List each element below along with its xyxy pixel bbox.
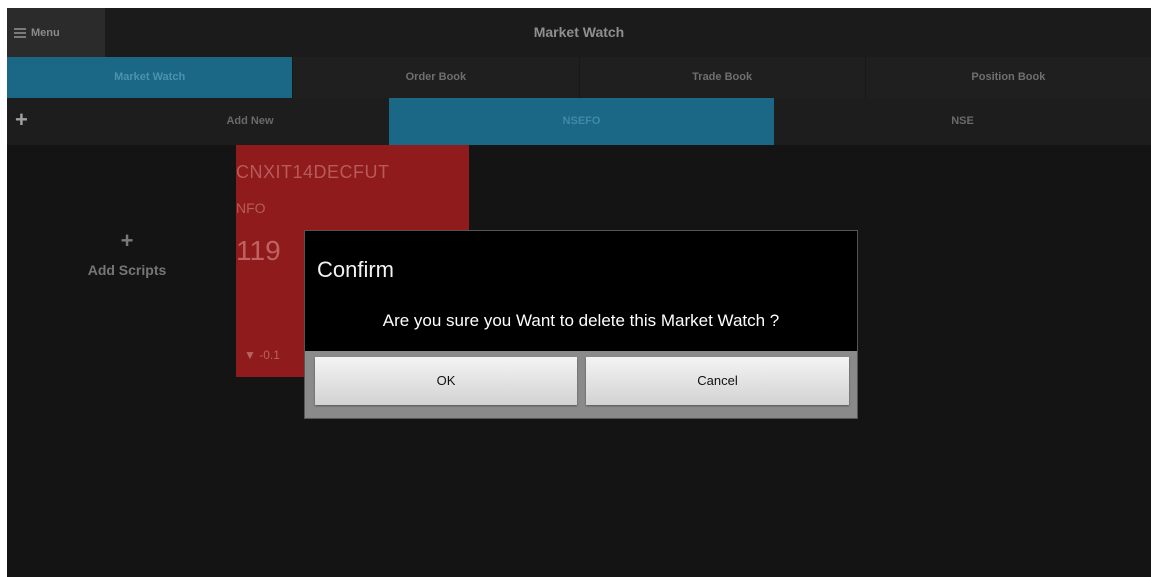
watchlist-tab-nsefo[interactable]: NSEFO bbox=[389, 98, 774, 145]
tab-order-book[interactable]: Order Book bbox=[293, 57, 580, 98]
add-new-button[interactable]: Add New bbox=[105, 98, 395, 145]
main-tabs: Market Watch Order Book Trade Book Posit… bbox=[7, 57, 1151, 98]
dialog-title: Confirm bbox=[317, 257, 395, 282]
card-change: ▼ -0.1 bbox=[244, 348, 280, 362]
dialog-button-bar: OK Cancel bbox=[305, 351, 857, 418]
card-exchange: NFO bbox=[236, 200, 266, 216]
menu-label: Menu bbox=[31, 26, 60, 39]
dialog-message: Are you sure you Want to delete this Mar… bbox=[382, 311, 780, 330]
watchlist-tab-nse[interactable]: NSE bbox=[774, 98, 1151, 145]
tab-market-watch[interactable]: Market Watch bbox=[7, 57, 294, 98]
card-ltp: 119 bbox=[236, 235, 281, 266]
tab-position-book[interactable]: Position Book bbox=[866, 57, 1151, 98]
action-bar: Menu Market Watch bbox=[7, 8, 1151, 57]
plus-icon: + bbox=[120, 228, 134, 253]
page-title: Market Watch bbox=[533, 24, 625, 40]
hamburger-icon bbox=[14, 26, 26, 40]
ok-button[interactable]: OK bbox=[315, 357, 577, 405]
cancel-button[interactable]: Cancel bbox=[586, 357, 849, 405]
add-scripts-label: Add Scripts bbox=[87, 262, 167, 278]
tab-trade-book[interactable]: Trade Book bbox=[580, 57, 866, 98]
add-new-plus-icon[interactable]: + bbox=[15, 109, 35, 131]
watchlist-bar: + Add New NSEFO NSE bbox=[7, 98, 1151, 145]
card-symbol: CNXIT14DECFUT bbox=[236, 162, 390, 182]
menu-button[interactable]: Menu bbox=[7, 8, 105, 57]
app-screen: Menu Market Watch Market Watch Order Boo… bbox=[7, 8, 1151, 577]
add-scripts-button[interactable]: + Add Scripts bbox=[57, 228, 197, 279]
confirm-dialog: Confirm Are you sure you Want to delete … bbox=[304, 230, 858, 419]
